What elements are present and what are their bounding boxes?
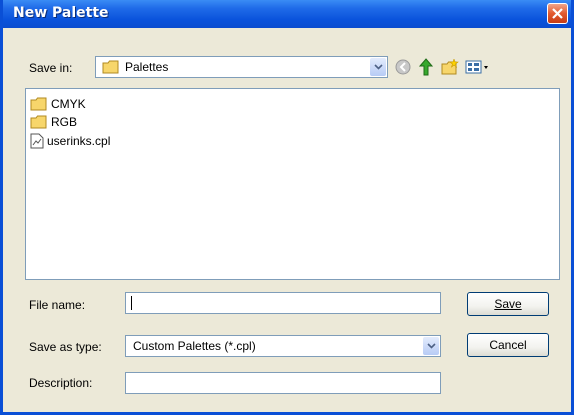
save-button[interactable]: Save	[467, 292, 549, 316]
new-folder-icon	[441, 59, 459, 75]
list-item[interactable]: CMYK	[30, 95, 86, 113]
save-as-type-dropdown-arrow[interactable]	[423, 337, 439, 355]
save-as-type-value: Custom Palettes (*.cpl)	[133, 339, 256, 353]
file-name: RGB	[51, 115, 78, 129]
views-menu-button[interactable]	[465, 58, 491, 76]
folder-icon	[30, 97, 47, 111]
palette-file-icon	[30, 133, 44, 149]
file-name-field[interactable]	[125, 292, 441, 314]
description-label: Description:	[29, 376, 93, 390]
save-in-value: Palettes	[125, 60, 169, 74]
save-as-type-label: Save as type:	[29, 340, 102, 354]
save-in-label: Save in:	[29, 61, 73, 75]
dialog-window: New Palette Save in: Palettes CMYK RGB u…	[0, 0, 574, 415]
save-in-dropdown-arrow[interactable]	[370, 58, 386, 76]
folder-icon	[30, 115, 47, 129]
new-folder-button[interactable]	[441, 58, 459, 76]
back-icon	[395, 59, 411, 75]
description-field[interactable]	[125, 372, 441, 394]
file-list[interactable]: CMYK RGB userinks.cpl	[25, 88, 560, 280]
close-icon	[552, 8, 563, 19]
back-button[interactable]	[394, 58, 412, 76]
dialog-title: New Palette	[13, 5, 109, 21]
file-name: userinks.cpl	[47, 134, 111, 148]
list-item[interactable]: userinks.cpl	[30, 132, 110, 150]
file-name-label: File name:	[29, 298, 86, 312]
chevron-down-icon	[373, 64, 383, 70]
folder-icon	[102, 60, 119, 74]
list-item[interactable]: RGB	[30, 113, 77, 131]
up-folder-icon	[418, 58, 434, 76]
cancel-button[interactable]: Cancel	[467, 333, 549, 357]
chevron-down-icon	[426, 343, 436, 349]
text-cursor	[131, 296, 132, 310]
title-bar[interactable]: New Palette	[3, 0, 571, 28]
save-as-type-select[interactable]: Custom Palettes (*.cpl)	[125, 335, 441, 357]
up-folder-button[interactable]	[417, 58, 435, 76]
close-button[interactable]	[547, 3, 568, 24]
save-in-combo[interactable]: Palettes	[95, 56, 388, 78]
views-menu-icon	[465, 60, 488, 74]
file-name: CMYK	[51, 97, 86, 111]
